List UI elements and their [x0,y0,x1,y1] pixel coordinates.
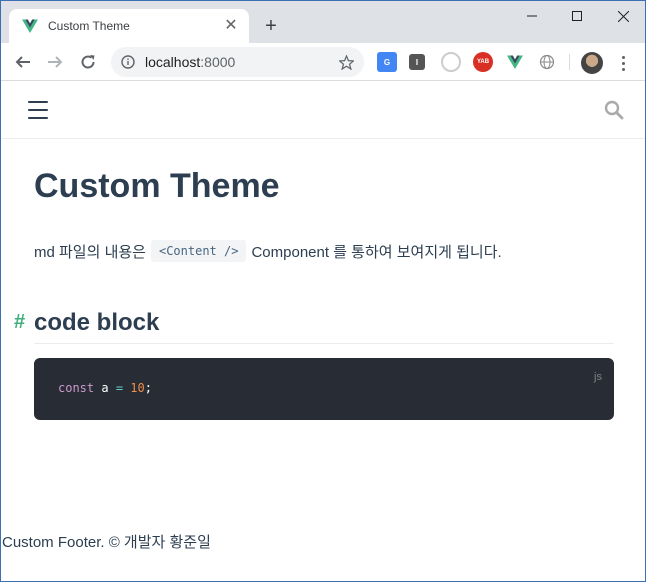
info-icon[interactable] [121,55,135,69]
header-anchor-link[interactable]: # [14,311,25,334]
vue-devtools-icon[interactable] [505,52,525,72]
inline-code: <Content /> [150,240,247,262]
section-heading-text: code block [34,309,160,336]
maximize-button[interactable] [554,1,600,31]
address-bar[interactable]: localhost:8000 [111,47,364,77]
maximize-icon [572,11,582,21]
info-extension-icon[interactable]: I [409,54,425,70]
intro-paragraph: md 파일의 내용은 <Content /> Component 를 통하여 보… [34,240,502,262]
code-language-label: js [594,371,602,383]
vue-logo-icon [507,55,523,69]
translate-extension-icon[interactable]: G [377,52,397,72]
back-button[interactable] [11,50,35,74]
url-host: localhost [145,54,201,70]
window-close-icon [617,10,629,22]
browser-tab[interactable]: Custom Theme ✕ [9,9,249,43]
star-icon[interactable] [339,54,354,70]
vue-logo-icon [22,19,38,33]
profile-avatar[interactable] [581,52,603,74]
url-text[interactable]: localhost:8000 [145,54,339,70]
arrow-right-icon [48,56,63,68]
circle-extension-icon[interactable] [441,52,461,72]
code-number: 10 [130,381,145,395]
browser-menu-button[interactable] [615,52,631,74]
code-identifier: a [94,381,116,395]
tab-strip: Custom Theme ✕ + [1,1,645,43]
browser-window: Custom Theme ✕ + localhost:8000 G I YAB … [0,0,646,582]
menu-icon[interactable] [28,101,48,119]
minimize-button[interactable] [509,1,555,31]
close-tab-icon[interactable]: ✕ [223,18,239,34]
window-close-button[interactable] [600,1,645,31]
tab-title: Custom Theme [48,19,130,33]
yab-extension-icon[interactable]: YAB [473,52,493,72]
globe-extension-icon[interactable] [537,52,557,72]
code-keyword: const [58,381,95,395]
code-block: js const a = 10; [34,358,614,420]
arrow-left-icon [15,56,30,68]
page-title: Custom Theme [34,167,280,205]
reload-icon [81,55,95,69]
globe-icon [539,54,555,70]
code-operator: = [115,381,124,395]
browser-toolbar: localhost:8000 G I YAB [1,43,645,81]
search-icon[interactable] [604,100,624,120]
section-heading: # code block [14,307,614,344]
intro-text-before: md 파일의 내용은 [34,243,146,261]
url-port: :8000 [200,54,236,70]
code-line: const a = 10; [58,381,152,395]
new-tab-button[interactable]: + [260,15,282,37]
site-navbar [2,81,645,139]
code-semicolon: ; [144,381,152,395]
minimize-icon [527,15,537,17]
forward-button[interactable] [43,50,67,74]
reload-button[interactable] [76,50,100,74]
page-footer: Custom Footer. © 개발자 황준일 [2,534,211,551]
intro-text-after: Component 를 통하여 보여지게 됩니다. [251,243,502,261]
toolbar-divider [569,54,570,70]
